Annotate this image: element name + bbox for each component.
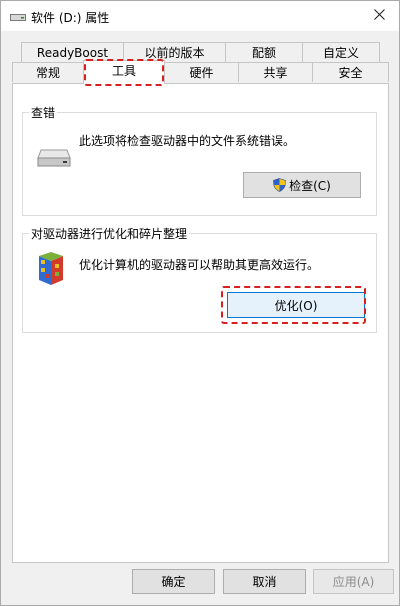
ok-button-label: 确定: [161, 575, 186, 589]
tab-previous-versions[interactable]: 以前的版本: [123, 42, 226, 62]
close-icon: [373, 9, 385, 23]
close-button[interactable]: [359, 1, 399, 31]
optimize-title: 对驱动器进行优化和碎片整理: [29, 225, 190, 242]
apply-button[interactable]: 应用(A): [313, 569, 394, 594]
title-bar: 软件 (D:) 属性: [1, 1, 399, 31]
apply-button-label: 应用(A): [332, 575, 375, 589]
tools-panel: 查错 此选项将检查驱动器中的文件系统错误。 检查(C) 对驱动器进行优化和碎片整…: [12, 83, 389, 563]
hard-drive-icon: [37, 146, 71, 171]
tab-sharing[interactable]: 共享: [238, 62, 313, 82]
optimize-button[interactable]: 优化(O): [227, 292, 365, 318]
ok-button[interactable]: 确定: [132, 569, 215, 594]
tab-readyboost[interactable]: ReadyBoost: [21, 42, 124, 62]
optimize-group: [22, 233, 377, 333]
tab-hardware[interactable]: 硬件: [164, 62, 239, 82]
tab-security[interactable]: 安全: [312, 62, 389, 82]
cancel-button-label: 取消: [252, 575, 277, 589]
tab-quota[interactable]: 配额: [225, 42, 303, 62]
cancel-button[interactable]: 取消: [223, 569, 306, 594]
optimize-description: 优化计算机的驱动器可以帮助其更高效运行。: [79, 258, 320, 272]
defrag-icon: [35, 252, 67, 289]
window-title: 软件 (D:) 属性: [31, 11, 110, 25]
tab-tools[interactable]: 工具: [83, 60, 165, 84]
tab-general[interactable]: 常规: [12, 62, 84, 82]
properties-window: 软件 (D:) 属性 ReadyBoost 以前的版本 配额 自定义 常规 工具…: [0, 0, 400, 606]
error-check-title: 查错: [29, 104, 58, 121]
drive-icon: [10, 11, 26, 21]
check-button-label: 检查(C): [289, 178, 331, 193]
tab-customize[interactable]: 自定义: [302, 42, 380, 62]
check-button[interactable]: 检查(C): [243, 172, 361, 198]
error-check-group: [22, 112, 377, 216]
optimize-button-label: 优化(O): [274, 298, 318, 313]
error-check-description: 此选项将检查驱动器中的文件系统错误。: [79, 134, 296, 148]
shield-icon: [273, 178, 286, 192]
